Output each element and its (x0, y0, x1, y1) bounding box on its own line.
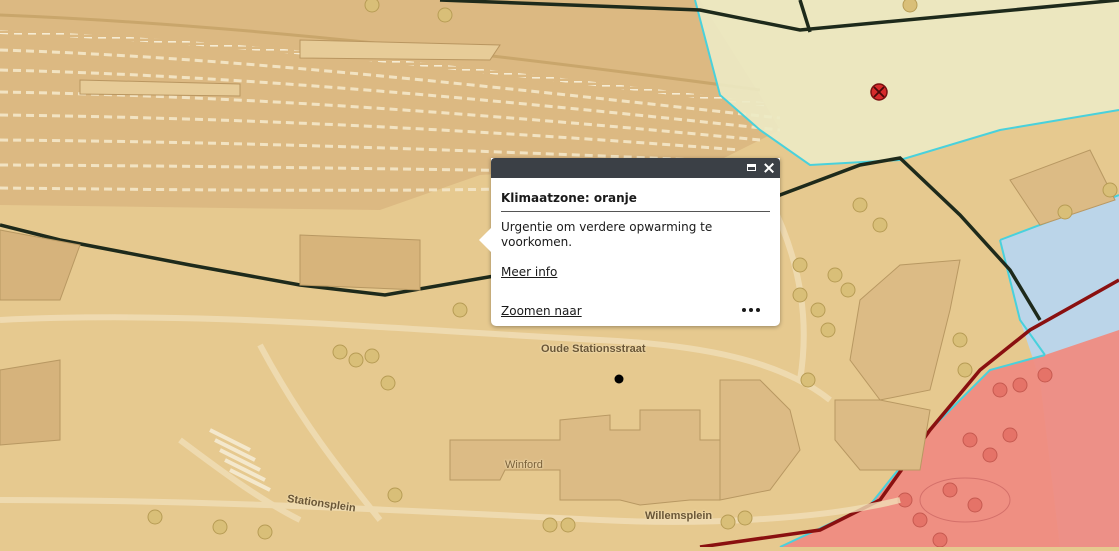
more-info-link[interactable]: Meer info (501, 265, 557, 279)
info-popup: Klimaatzone: oranje Urgentie om verdere … (479, 158, 780, 326)
close-icon[interactable] (761, 160, 777, 176)
red-cross-marker-icon[interactable] (870, 83, 888, 101)
maximize-icon[interactable] (744, 160, 760, 176)
building-label-winford: Winford (505, 459, 543, 471)
popup-footer: Zoomen naar (501, 304, 770, 320)
selected-location-dot[interactable] (614, 374, 624, 384)
more-dot (756, 308, 760, 312)
popup-titlebar (491, 158, 780, 178)
popup-title: Klimaatzone: oranje (501, 191, 770, 212)
popup-description: Urgentie om verdere opwarming te voorkom… (501, 220, 713, 249)
street-label-oude-stationsstraat: Oude Stationsstraat (541, 343, 646, 355)
popup-body: Klimaatzone: oranje Urgentie om verdere … (491, 178, 780, 280)
more-dot (749, 308, 753, 312)
popup-pointer (479, 228, 491, 252)
zoom-to-link[interactable]: Zoomen naar (501, 304, 582, 318)
more-dot (742, 308, 746, 312)
street-label-willemsplein: Willemsplein (645, 510, 713, 522)
more-actions-icon[interactable] (742, 308, 760, 312)
